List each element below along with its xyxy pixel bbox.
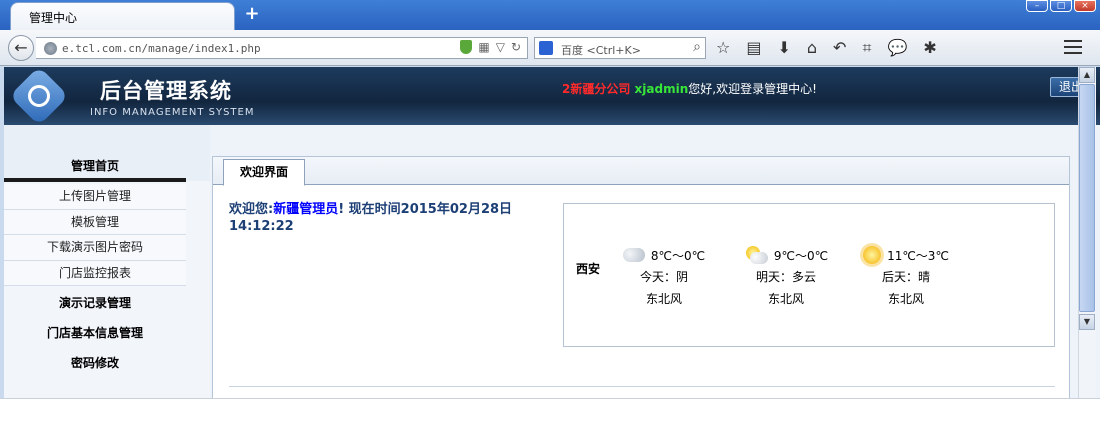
download-icon[interactable]: ⬇ <box>777 38 790 58</box>
maximize-icon[interactable]: □ <box>1050 0 1072 12</box>
globe-icon <box>44 42 57 55</box>
weather-day-after-tomorrow: 11℃～3℃ 后天：晴 东北风 <box>856 244 956 310</box>
chat-icon[interactable]: 💬 <box>887 38 907 58</box>
search-engine-icon[interactable] <box>539 41 553 55</box>
search-icon[interactable]: ⌕ <box>693 39 701 55</box>
sidebar-divider <box>4 178 186 182</box>
weather-desc: 今天：阴 <box>639 270 688 284</box>
scroll-down-icon[interactable]: ▼ <box>1079 314 1095 330</box>
cloudy-icon <box>622 248 645 262</box>
user-name: xjadmin <box>634 82 689 96</box>
weather-desc: 明天：多云 <box>755 270 816 284</box>
url-bar[interactable]: e.tcl.com.cn/manage/index1.php ▦ ▽ ↻ <box>36 37 528 59</box>
back-arrow-icon: ← <box>14 38 28 57</box>
greeting-text: 您好,欢迎登录管理中心! <box>688 82 817 96</box>
sidebar: 管理首页 上传图片管理 模板管理 下载演示图片密码 门店监控报表 演示记录管理 … <box>4 125 210 398</box>
weather-desc: 后天：晴 <box>881 270 930 284</box>
welcome-message: 欢迎您:新疆管理员! 现在时间2015年02月28日 14:12:22 <box>229 201 549 235</box>
sidebar-item-home[interactable]: 管理首页 <box>4 157 186 174</box>
page-viewport: 后台管理系统 INFO MANAGEMENT SYSTEM 2新疆分公司 xja… <box>4 67 1100 398</box>
status-bar <box>0 398 1100 424</box>
toolbar-icons: ☆ ▤ ⬇ ⌂ ↶ ⌗ 💬 ✱ <box>716 38 937 58</box>
back-button[interactable]: ← <box>8 35 34 61</box>
bookmark-star-icon[interactable]: ☆ <box>716 38 730 58</box>
sidebar-item-store-info[interactable]: 门店基本信息管理 <box>4 324 186 341</box>
logo-icon <box>9 67 69 126</box>
browser-tab[interactable]: 管理中心 <box>10 2 235 30</box>
partly-cloudy-icon <box>744 246 768 264</box>
weather-temp: 8℃～0℃ <box>650 248 706 263</box>
weather-wind: 东北风 <box>645 292 682 306</box>
qr-code-icon[interactable]: ▦ <box>478 40 489 54</box>
sidebar-item-demo-records[interactable]: 演示记录管理 <box>4 294 186 311</box>
reload-icon[interactable]: ↻ <box>511 40 521 54</box>
site-header: 后台管理系统 INFO MANAGEMENT SYSTEM 2新疆分公司 xja… <box>4 67 1100 126</box>
weather-temp: 11℃～3℃ <box>887 248 949 263</box>
new-tab-button[interactable]: + <box>242 4 262 24</box>
tab-title: 管理中心 <box>29 11 78 25</box>
weather-wind: 东北风 <box>767 292 804 306</box>
sidebar-submenu: 上传图片管理 模板管理 下载演示图片密码 门店监控报表 <box>4 184 186 286</box>
panel-tabbar: 欢迎界面 <box>213 157 1069 186</box>
weather-widget: 西安 8℃～0℃ 今天：阴 东北风 9℃～0℃ 明天：多云 东北风 11℃～3℃… <box>563 203 1055 347</box>
welcome-name: 新疆管理员 <box>273 202 339 217</box>
crop-icon[interactable]: ⌗ <box>862 38 871 58</box>
search-input[interactable]: 百度 <Ctrl+K> <box>561 42 641 58</box>
home-icon[interactable]: ⌂ <box>807 38 817 58</box>
weather-temp: 9℃～0℃ <box>773 248 829 263</box>
weather-city: 西安 <box>576 262 601 276</box>
dropdown-icon[interactable]: ▽ <box>496 40 505 54</box>
weather-day-tomorrow: 9℃～0℃ 明天：多云 东北风 <box>736 244 836 310</box>
undo-icon[interactable]: ↶ <box>833 38 846 58</box>
scroll-up-icon[interactable]: ▲ <box>1079 67 1095 83</box>
bookmarks-list-icon[interactable]: ▤ <box>746 38 761 58</box>
weather-day-today: 8℃～0℃ 今天：阴 东北风 <box>614 244 714 310</box>
search-box[interactable]: 百度 <Ctrl+K> ⌕ <box>534 37 706 59</box>
panel-divider <box>229 386 1055 387</box>
minimize-icon[interactable]: – <box>1026 0 1048 12</box>
sidebar-item-upload-images[interactable]: 上传图片管理 <box>4 184 186 210</box>
sidebar-item-download-password[interactable]: 下载演示图片密码 <box>4 235 186 261</box>
main-panel: 欢迎界面 欢迎您:新疆管理员! 现在时间2015年02月28日 14:12:22… <box>212 156 1070 398</box>
system-title: 后台管理系统 <box>100 79 232 103</box>
weather-wind: 东北风 <box>887 292 924 306</box>
extension-icon[interactable]: ✱ <box>923 38 936 58</box>
welcome-prefix: 欢迎您: <box>229 202 274 217</box>
window-controls: – □ × <box>1026 0 1096 14</box>
login-welcome: 2新疆分公司 xjadmin您好,欢迎登录管理中心! <box>562 80 817 97</box>
system-subtitle: INFO MANAGEMENT SYSTEM <box>90 107 255 118</box>
sidebar-item-templates[interactable]: 模板管理 <box>4 209 186 235</box>
shield-icon[interactable] <box>460 40 473 54</box>
browser-navbar: ← e.tcl.com.cn/manage/index1.php ▦ ▽ ↻ 百… <box>0 30 1100 66</box>
url-text: e.tcl.com.cn/manage/index1.php <box>62 42 261 55</box>
sidebar-item-password[interactable]: 密码修改 <box>4 354 186 371</box>
close-icon[interactable]: × <box>1074 0 1096 12</box>
sunny-icon <box>863 246 882 264</box>
browser-titlebar: 管理中心 + – □ × <box>0 0 1100 30</box>
tab-welcome[interactable]: 欢迎界面 <box>223 159 305 186</box>
sidebar-item-store-monitor[interactable]: 门店监控报表 <box>4 260 186 286</box>
scrollbar-thumb[interactable] <box>1079 84 1095 312</box>
company-name: 2新疆分公司 <box>562 82 631 96</box>
hamburger-menu-icon[interactable] <box>1064 40 1082 54</box>
